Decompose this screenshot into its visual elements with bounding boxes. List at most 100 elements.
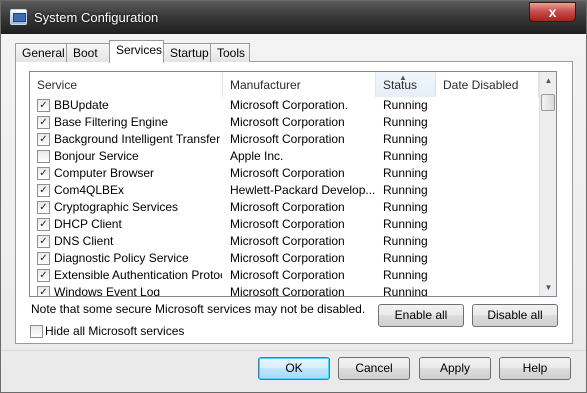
checkmark-icon: ✓ (39, 236, 48, 247)
manufacturer-cell: Microsoft Corporation. (230, 98, 349, 112)
column-header-date-disabled[interactable]: Date Disabled (436, 72, 539, 97)
table-row[interactable]: ✓ Diagnostic Policy Service Microsoft Corp… (30, 250, 538, 267)
service-checkbox[interactable]: ✓ (37, 252, 50, 265)
checkmark-icon: ✓ (39, 219, 48, 230)
date-disabled-cell (443, 284, 538, 296)
service-name-cell: Windows Event Log (54, 285, 161, 297)
date-disabled-cell (443, 182, 538, 199)
table-row[interactable]: ✓ BBUpdate Microsoft Corporation. Running (30, 97, 538, 114)
status-cell: Running (383, 132, 428, 146)
service-checkbox[interactable] (37, 150, 50, 163)
vertical-scrollbar[interactable]: ▲ ▼ (539, 72, 556, 296)
manufacturer-cell: Apple Inc. (230, 149, 284, 163)
tab-tools[interactable]: Tools (210, 43, 250, 62)
manufacturer-cell: Microsoft Corporation (230, 115, 345, 129)
manufacturer-cell: Microsoft Corporation (230, 200, 345, 214)
status-cell: Running (383, 166, 428, 180)
manufacturer-cell: Microsoft Corporation (230, 166, 345, 180)
manufacturer-cell: Microsoft Corporation (230, 217, 345, 231)
tab-startup[interactable]: Startup (163, 43, 211, 62)
checkmark-icon: ✓ (39, 185, 48, 196)
checkmark-icon: ✓ (39, 253, 48, 264)
table-row[interactable]: ✓ Windows Event Log Microsoft Corporation R… (30, 284, 538, 297)
column-header-status[interactable]: ▲ Status (376, 72, 436, 97)
checkmark-icon: ✓ (39, 287, 48, 297)
service-checkbox[interactable]: ✓ (37, 286, 50, 297)
table-row[interactable]: ✓ Com4QLBEx Hewlett-Packard Develop... Runn… (30, 182, 538, 199)
service-name-cell: Bonjour Service (54, 149, 139, 163)
date-disabled-cell (443, 114, 538, 131)
manufacturer-cell: Microsoft Corporation (230, 132, 345, 146)
status-cell: Running (383, 149, 428, 163)
cancel-button[interactable]: Cancel (338, 357, 410, 380)
table-row[interactable]: ✓ Background Intelligent Transfer ... Micr… (30, 131, 538, 148)
service-name-cell: DNS Client (54, 234, 114, 248)
enable-all-button[interactable]: Enable all (378, 304, 464, 327)
table-row[interactable]: ✓ DNS Client Microsoft Corporation Running (30, 233, 538, 250)
service-name-cell: Background Intelligent Transfer ... (54, 132, 222, 146)
tab-general[interactable]: General (15, 43, 67, 62)
service-checkbox[interactable]: ✓ (37, 184, 50, 197)
services-list[interactable]: Service Manufacturer ▲ Status Date Disab… (29, 71, 557, 297)
manufacturer-cell: Microsoft Corporation (230, 285, 345, 297)
table-row[interactable]: ✓ Extensible Authentication Protocol Micro… (30, 267, 538, 284)
column-header-manufacturer[interactable]: Manufacturer (223, 72, 376, 97)
table-row[interactable]: ✓ DHCP Client Microsoft Corporation Running (30, 216, 538, 233)
date-disabled-cell (443, 199, 538, 216)
manufacturer-cell: Microsoft Corporation (230, 251, 345, 265)
note-text: Note that some secure Microsoft services… (31, 302, 366, 316)
apply-button[interactable]: Apply (419, 357, 491, 380)
manufacturer-cell: Hewlett-Packard Develop... (230, 183, 376, 197)
date-disabled-cell (443, 233, 538, 250)
service-checkbox[interactable]: ✓ (37, 201, 50, 214)
tab-boot[interactable]: Boot (66, 43, 110, 62)
service-name-cell: Cryptographic Services (54, 200, 179, 214)
window-title: System Configuration (34, 10, 159, 25)
disable-all-button[interactable]: Disable all (472, 304, 558, 327)
date-disabled-cell (443, 250, 538, 267)
checkmark-icon: ✓ (39, 134, 48, 145)
service-checkbox[interactable]: ✓ (37, 269, 50, 282)
table-row[interactable]: ✓ Base Filtering Engine Microsoft Corporat… (30, 114, 538, 131)
table-row[interactable]: Bonjour Service Apple Inc. Running (30, 148, 538, 165)
scroll-thumb[interactable] (541, 94, 555, 111)
system-config-icon (10, 9, 27, 25)
status-cell: Running (383, 234, 428, 248)
status-cell: Running (383, 251, 428, 265)
date-disabled-cell (443, 267, 538, 284)
title-bar[interactable]: System Configuration x (1, 1, 586, 34)
checkmark-icon: ✓ (39, 117, 48, 128)
help-button[interactable]: Help (499, 357, 571, 380)
table-row[interactable]: ✓ Computer Browser Microsoft Corporation Ru… (30, 165, 538, 182)
status-cell: Running (383, 268, 428, 282)
service-checkbox[interactable]: ✓ (37, 116, 50, 129)
service-name-cell: Diagnostic Policy Service (54, 251, 189, 265)
table-row[interactable]: ✓ Cryptographic Services Microsoft Corpora… (30, 199, 538, 216)
hide-ms-label: Hide all Microsoft services (45, 324, 185, 338)
checkmark-icon: ✓ (39, 202, 48, 213)
system-configuration-window: System Configuration x General Boot Serv… (0, 0, 587, 393)
service-checkbox[interactable]: ✓ (37, 99, 50, 112)
date-disabled-cell (443, 97, 538, 114)
service-checkbox[interactable]: ✓ (37, 133, 50, 146)
status-cell: Running (383, 183, 428, 197)
footer-separator (1, 350, 586, 351)
ok-button[interactable]: OK (258, 357, 330, 380)
scroll-up-icon[interactable]: ▲ (540, 72, 556, 89)
date-disabled-cell (443, 131, 538, 148)
service-name-cell: BBUpdate (54, 98, 109, 112)
checkmark-icon: ✓ (39, 100, 48, 111)
tab-services[interactable]: Services (109, 40, 164, 63)
service-checkbox[interactable]: ✓ (37, 167, 50, 180)
service-name-cell: Computer Browser (54, 166, 155, 180)
service-checkbox[interactable]: ✓ (37, 218, 50, 231)
manufacturer-cell: Microsoft Corporation (230, 234, 345, 248)
hide-ms-checkbox-box[interactable] (30, 325, 43, 338)
service-checkbox[interactable]: ✓ (37, 235, 50, 248)
service-name-cell: Base Filtering Engine (54, 115, 169, 129)
scroll-down-icon[interactable]: ▼ (540, 279, 556, 296)
close-button[interactable]: x (529, 2, 576, 22)
column-header-service[interactable]: Service (30, 72, 223, 97)
manufacturer-cell: Microsoft Corporation (230, 268, 345, 282)
checkmark-icon: ✓ (39, 168, 48, 179)
